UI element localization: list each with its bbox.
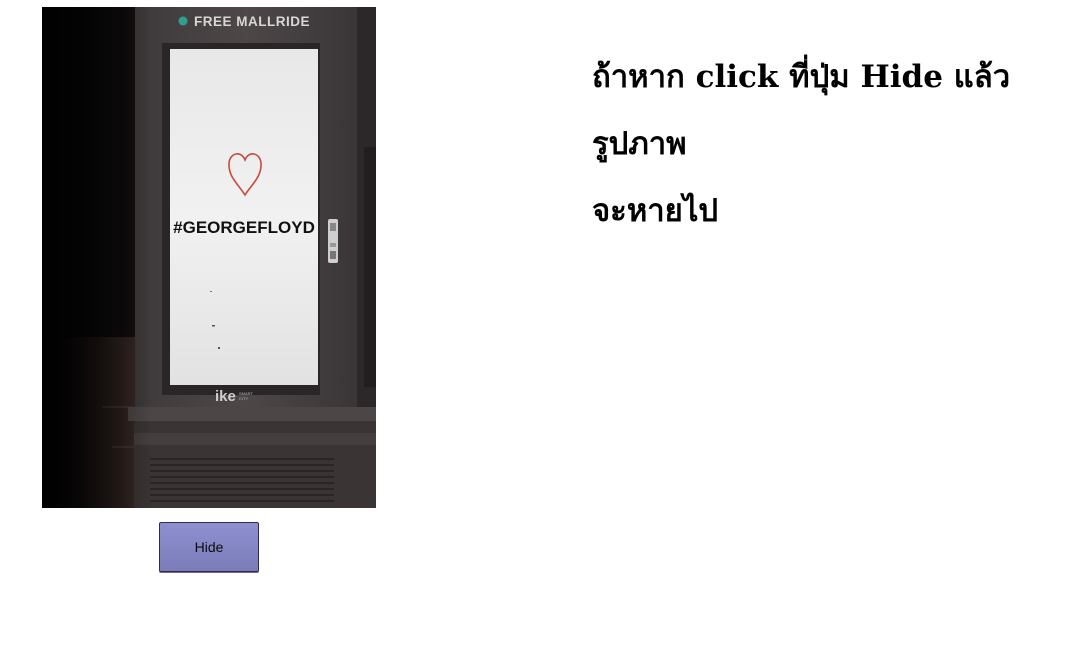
svg-text:CITY: CITY — [239, 396, 248, 401]
page: FREE MALLRIDE #GEORGEFLOYD ike SMART CIT… — [0, 0, 1092, 666]
instruction-text: ถ้าหาก click ที่ปุ่ม Hide แล้วรูปภาพ จะห… — [592, 44, 1082, 245]
hide-button[interactable]: Hide — [159, 522, 259, 572]
instruction-line-1: ถ้าหาก click ที่ปุ่ม Hide แล้วรูปภาพ — [592, 59, 1011, 162]
kiosk-brand: ike — [215, 388, 236, 405]
kiosk-header-text: FREE MALLRIDE — [194, 14, 310, 29]
kiosk-photo: FREE MALLRIDE #GEORGEFLOYD ike SMART CIT… — [42, 7, 376, 508]
poster-hashtag: #GEORGEFLOYD — [173, 218, 315, 237]
instruction-line-2: จะหายไป — [592, 193, 719, 229]
